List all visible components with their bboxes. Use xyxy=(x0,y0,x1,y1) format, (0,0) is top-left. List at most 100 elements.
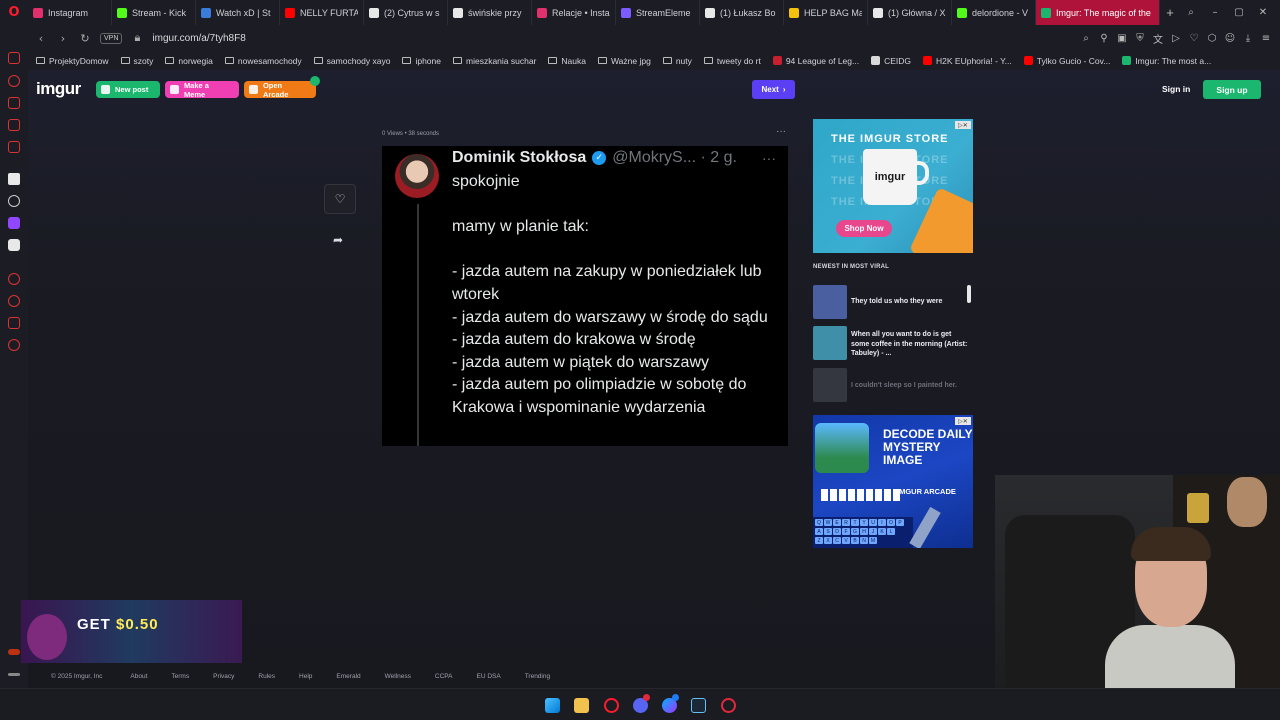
footer-link[interactable]: CCPA xyxy=(435,673,453,680)
next-post-button[interactable]: Next › xyxy=(752,80,795,99)
search-tabs-icon[interactable]: ⌕ xyxy=(1184,7,1198,18)
sign-in-link[interactable]: Sign in xyxy=(1162,84,1190,94)
bookmark-item[interactable]: nuty xyxy=(662,56,692,66)
footer-link[interactable]: Help xyxy=(299,673,312,680)
steam-icon[interactable] xyxy=(691,698,706,713)
ad-choices-icon[interactable]: ▷✕ xyxy=(955,417,971,425)
footer-link[interactable]: About xyxy=(130,673,147,680)
maximize-icon[interactable]: ▢ xyxy=(1232,7,1246,18)
twitch-icon[interactable] xyxy=(8,217,20,229)
file-explorer-icon[interactable] xyxy=(574,698,589,713)
bookmark-item[interactable]: tweety do rt xyxy=(703,56,761,66)
browser-tab[interactable]: Imgur: The magic of the xyxy=(1036,0,1160,25)
viral-post-item[interactable]: They told us who they were xyxy=(813,285,973,319)
clock-icon[interactable] xyxy=(8,295,20,307)
history-icon[interactable] xyxy=(8,75,20,87)
heart-icon[interactable]: ♡ xyxy=(1188,32,1200,44)
bookmark-item[interactable]: CEIDG xyxy=(871,56,911,66)
minimize-icon[interactable]: – xyxy=(1208,7,1222,18)
aria-ai-icon[interactable] xyxy=(8,173,20,185)
lock-icon[interactable]: 🔒︎ xyxy=(130,31,144,45)
opera-menu-icon[interactable]: O xyxy=(0,0,28,25)
open-arcade-button[interactable]: Open Arcade xyxy=(244,81,316,99)
footer-link[interactable]: Trending xyxy=(525,673,550,680)
browser-tab[interactable]: HELP BAG Ma xyxy=(784,0,868,25)
pin-icon[interactable]: ⚲ xyxy=(1098,32,1110,44)
bookmark-item[interactable]: samochody xayo xyxy=(313,56,390,66)
footer-link[interactable]: Terms xyxy=(171,673,189,680)
bookmark-item[interactable]: iphone xyxy=(402,56,441,66)
bookmark-item[interactable]: ProjektyDomow xyxy=(36,56,109,66)
footer-link[interactable]: Emerald xyxy=(336,673,360,680)
aria-icon[interactable] xyxy=(8,52,20,64)
bookmark-item[interactable]: Imgur: The most a... xyxy=(1122,56,1211,66)
download-icon[interactable]: ⤓ xyxy=(1242,32,1254,44)
chatgpt-icon[interactable] xyxy=(8,195,20,207)
sign-up-button[interactable]: Sign up xyxy=(1203,80,1261,99)
snapshot-icon[interactable]: ▣ xyxy=(1116,32,1128,44)
browser-tab[interactable]: Stream - Kick xyxy=(112,0,196,25)
windows-start-icon[interactable] xyxy=(545,698,560,713)
bookmark-item[interactable]: nowesamochody xyxy=(224,56,302,66)
more-icon[interactable] xyxy=(8,673,20,676)
viral-post-item[interactable]: I couldn't sleep so I painted her. xyxy=(813,368,973,402)
bookmark-item[interactable]: szoty xyxy=(120,56,153,66)
back-icon[interactable]: ‹ xyxy=(34,31,48,45)
browser-tab[interactable]: delordione - V xyxy=(952,0,1036,25)
opera-taskbar-icon[interactable] xyxy=(604,698,619,713)
imgur-logo[interactable]: imgur xyxy=(36,79,81,99)
bookmark-item[interactable]: Tylko Gucio - Cov... xyxy=(1023,56,1110,66)
bookmark-item[interactable]: norwegia xyxy=(165,56,213,66)
bookmark-item[interactable]: H2K EUphoria! - Y... xyxy=(923,56,1012,66)
gx-icon[interactable] xyxy=(8,649,20,655)
browser-tab[interactable]: (1) Łukasz Bo xyxy=(700,0,784,25)
browser-tab[interactable]: (2) Cytrus w s xyxy=(364,0,448,25)
viral-scrollbar[interactable] xyxy=(967,285,971,303)
new-tab-button[interactable]: + xyxy=(1160,0,1180,25)
make-meme-button[interactable]: Make a Meme xyxy=(165,81,239,99)
post-options-icon[interactable]: ··· xyxy=(776,126,786,137)
bookmark-item[interactable]: 94 League of Leg... xyxy=(772,56,859,66)
opera-gx-taskbar-icon[interactable] xyxy=(721,698,736,713)
footer-link[interactable]: Privacy xyxy=(213,673,234,680)
settings-icon[interactable] xyxy=(8,339,20,351)
footer-link[interactable]: Wellness xyxy=(385,673,411,680)
player-sidebar-icon[interactable] xyxy=(8,273,20,285)
favorite-heart-icon[interactable]: ♡ xyxy=(324,184,356,214)
browser-tab[interactable]: (1) Główna / X xyxy=(868,0,952,25)
pinboard-icon[interactable] xyxy=(8,317,20,329)
footer-link[interactable]: Rules xyxy=(258,673,275,680)
easy-setup-icon[interactable]: ≡ xyxy=(1260,32,1272,44)
browser-tab[interactable]: Instagram xyxy=(28,0,112,25)
url-field[interactable]: imgur.com/a/7tyh8F8 xyxy=(152,33,245,44)
extensions-icon[interactable]: ⬡ xyxy=(1206,32,1218,44)
translate-icon[interactable]: 文 xyxy=(1152,32,1164,46)
reload-icon[interactable]: ↻ xyxy=(78,31,92,45)
bookmark-item[interactable]: Ważne jpg xyxy=(597,56,651,66)
profile-icon[interactable]: ☺ xyxy=(1224,32,1236,44)
close-window-icon[interactable]: ✕ xyxy=(1256,7,1270,18)
share-arrow-icon[interactable]: ➦ xyxy=(333,233,343,247)
adblock-icon[interactable]: ⛨ xyxy=(1134,32,1146,44)
footer-link[interactable]: EU DSA xyxy=(476,673,500,680)
bookmark-item[interactable]: mieszkania suchar xyxy=(453,56,536,66)
gmail-icon[interactable] xyxy=(8,141,20,153)
vpn-badge[interactable]: VPN xyxy=(100,32,123,44)
zoom-icon[interactable]: ⌕ xyxy=(1080,32,1092,44)
bookmark-item[interactable]: Nauka xyxy=(548,56,586,66)
browser-tab[interactable]: Watch xD | St xyxy=(196,0,280,25)
player-icon[interactable]: ▷ xyxy=(1170,32,1182,44)
browser-tab[interactable]: StreamEleme xyxy=(616,0,700,25)
viral-post-item[interactable]: When all you want to do is get some coff… xyxy=(813,326,973,360)
ad-choices-icon[interactable]: ▷✕ xyxy=(955,121,971,129)
browser-tab[interactable]: Relacje • Insta xyxy=(532,0,616,25)
shop-now-button[interactable]: Shop Now xyxy=(836,220,892,237)
messenger-icon[interactable] xyxy=(8,119,20,131)
browser-tab[interactable]: NELLY FURTA xyxy=(280,0,364,25)
new-post-button[interactable]: New post xyxy=(96,81,160,98)
x-icon[interactable] xyxy=(8,239,20,251)
forward-icon[interactable]: › xyxy=(56,31,70,45)
wallet-icon[interactable] xyxy=(8,97,20,109)
imgur-arcade-ad[interactable]: DECODE DAILY MYSTERY IMAGE IMGUR ARCADE … xyxy=(813,415,973,548)
imgur-store-ad[interactable]: THE IMGUR STORE THE IMGUR STORE THE IMGU… xyxy=(813,119,973,253)
